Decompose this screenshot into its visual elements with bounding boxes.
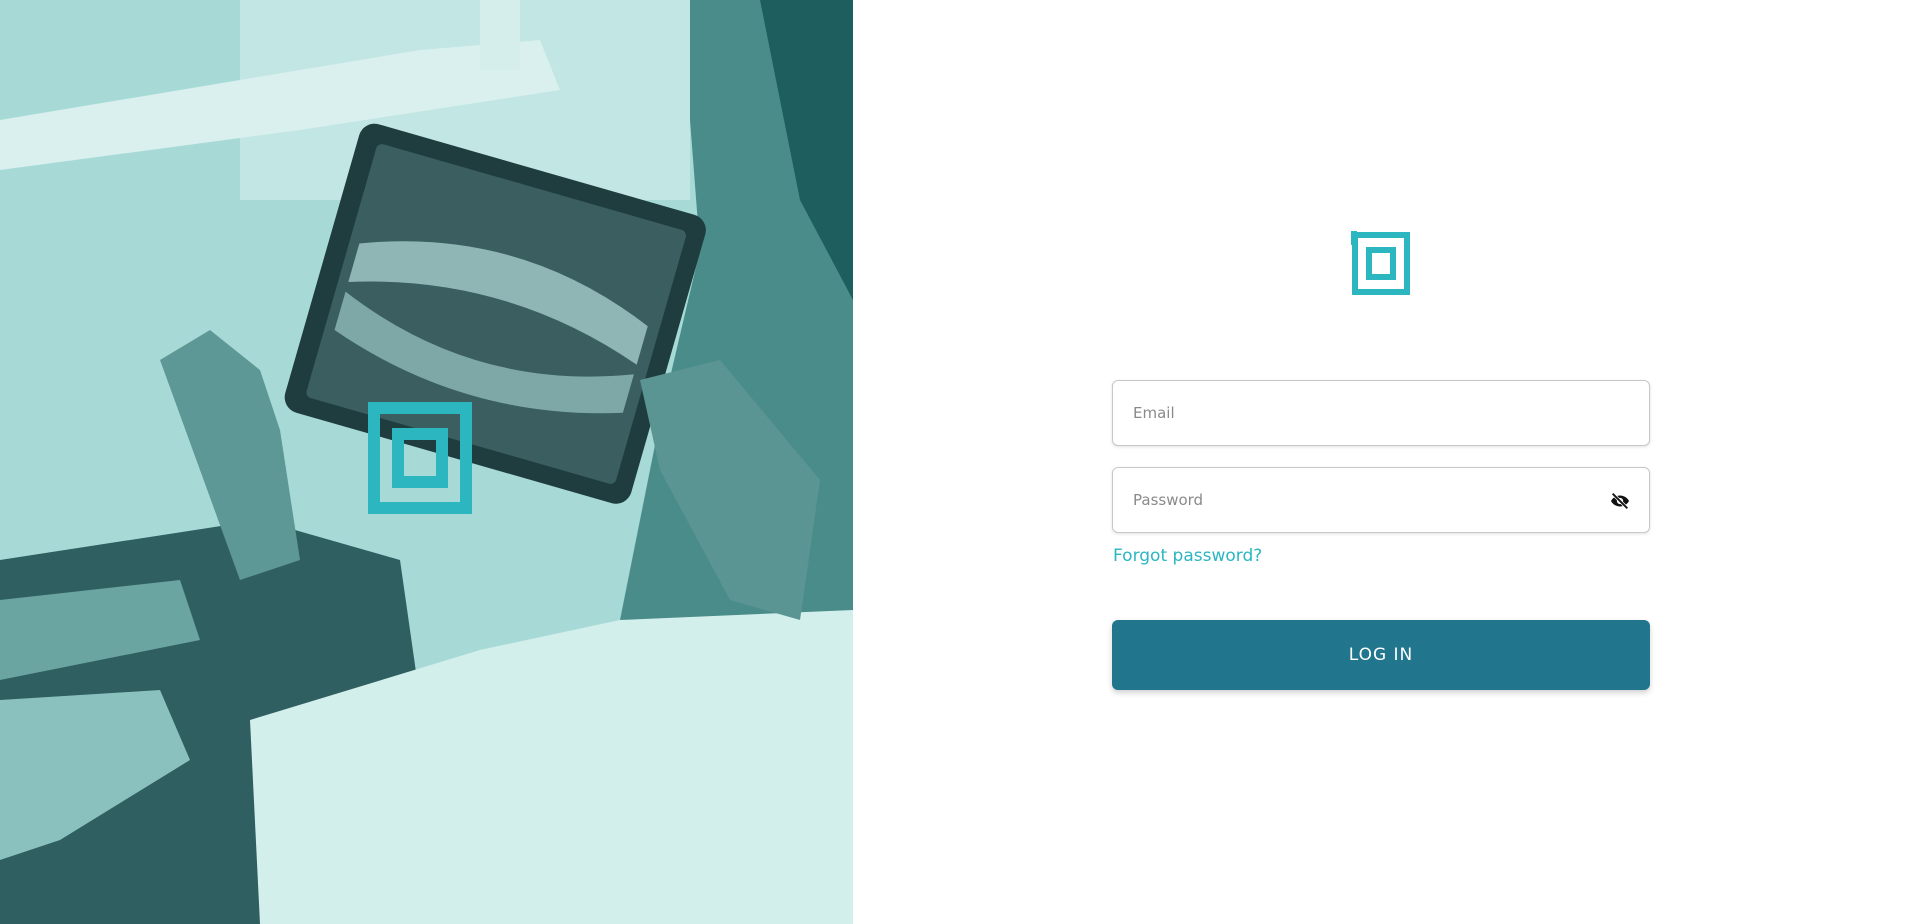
login-page: Forgot password? LOG IN <box>0 0 1908 924</box>
password-field <box>1112 467 1650 533</box>
hero-image <box>0 0 853 924</box>
email-input[interactable] <box>1113 381 1649 445</box>
login-panel: Forgot password? LOG IN <box>853 0 1908 924</box>
eye-off-icon[interactable] <box>1609 490 1631 512</box>
brand-logo-icon <box>1351 231 1410 295</box>
login-button[interactable]: LOG IN <box>1112 620 1650 690</box>
brand-logo-icon <box>368 402 472 514</box>
forgot-password-link[interactable]: Forgot password? <box>1113 546 1262 566</box>
password-input[interactable] <box>1113 468 1649 532</box>
email-field <box>1112 380 1650 446</box>
